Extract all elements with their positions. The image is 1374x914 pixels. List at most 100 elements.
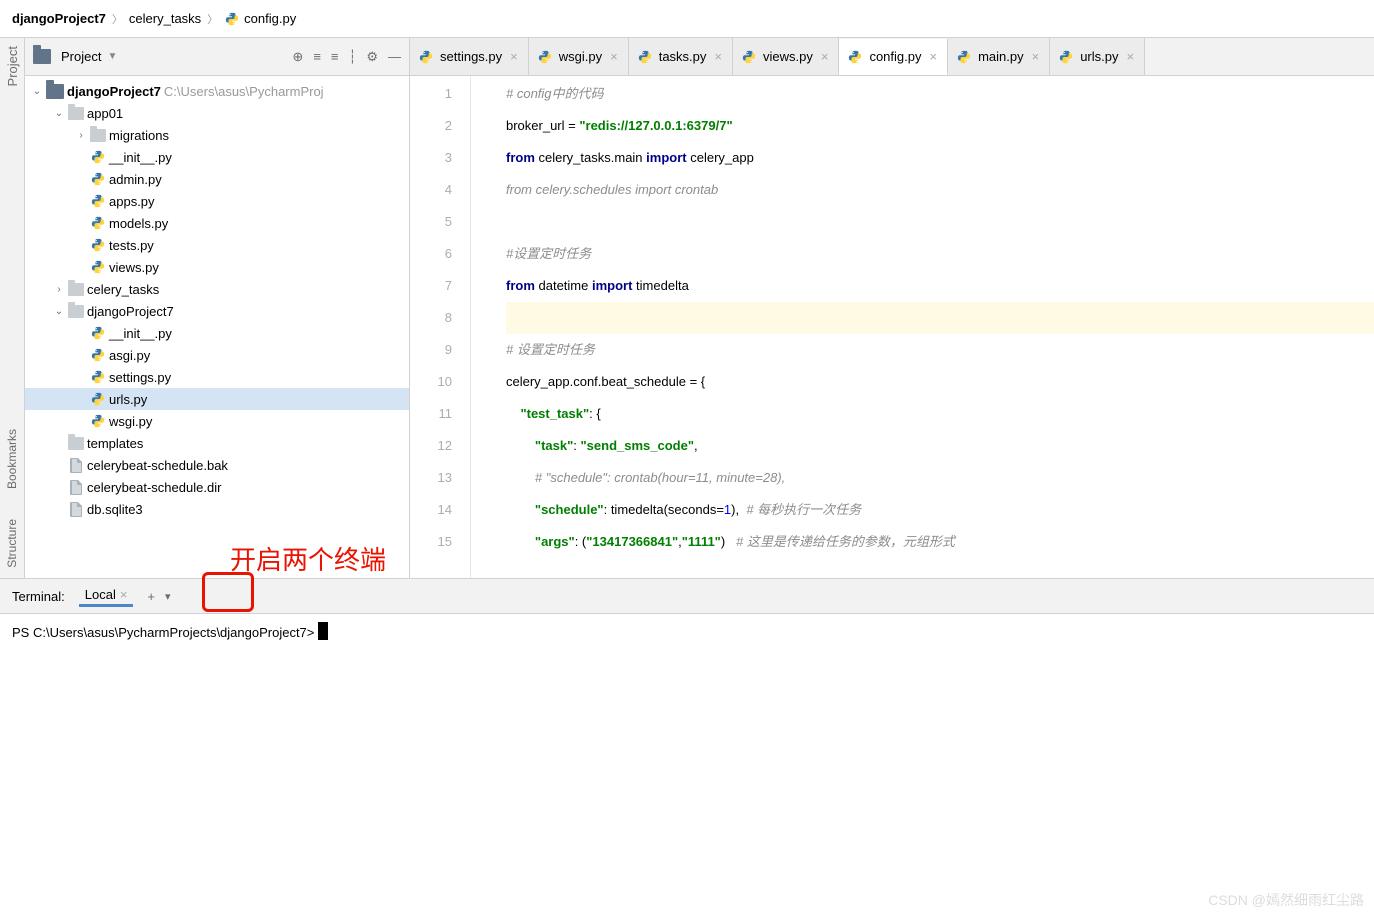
tree-label: models.py bbox=[109, 216, 168, 231]
editor-tab[interactable]: urls.py× bbox=[1050, 38, 1145, 75]
tree-item[interactable]: apps.py bbox=[25, 190, 409, 212]
editor-tabs: settings.py×wsgi.py×tasks.py×views.py×co… bbox=[410, 38, 1374, 76]
folder-icon bbox=[68, 283, 84, 296]
close-icon[interactable]: × bbox=[608, 49, 620, 64]
tree-item[interactable]: admin.py bbox=[25, 168, 409, 190]
close-icon[interactable]: × bbox=[1030, 49, 1042, 64]
python-icon bbox=[847, 49, 863, 65]
terminal-body[interactable]: PS C:\Users\asus\PycharmProjects\djangoP… bbox=[0, 614, 1374, 914]
tree-item[interactable]: celerybeat-schedule.dir bbox=[25, 476, 409, 498]
add-terminal-button[interactable]: + bbox=[147, 589, 155, 604]
gear-icon[interactable]: ⚙ bbox=[366, 49, 378, 65]
project-title[interactable]: Project bbox=[61, 49, 101, 64]
chevron-right-icon: 〉 bbox=[207, 11, 218, 27]
collapse-icon[interactable]: ≡ bbox=[331, 49, 339, 65]
tree-label: djangoProject7 bbox=[67, 84, 161, 99]
code-line[interactable]: from datetime import timedelta bbox=[506, 270, 1374, 302]
code-line[interactable]: # config中的代码 bbox=[506, 78, 1374, 110]
project-header: Project ▼ ⊕ ≡ ≡ ┆ ⚙ — bbox=[25, 38, 409, 76]
twistie-icon[interactable]: ⌄ bbox=[53, 108, 65, 119]
code-line[interactable]: "args": ("13417366841","1111") # 这里是传递给任… bbox=[506, 526, 1374, 558]
twistie-icon[interactable]: › bbox=[75, 130, 87, 141]
tree-label: admin.py bbox=[109, 172, 162, 187]
project-tree[interactable]: ⌄djangoProject7 C:\Users\asus\PycharmPro… bbox=[25, 76, 409, 578]
code-line[interactable]: "schedule": timedelta(seconds=1), # 每秒执行… bbox=[506, 494, 1374, 526]
tree-item[interactable]: db.sqlite3 bbox=[25, 498, 409, 520]
terminal-dropdown[interactable]: ▾ bbox=[165, 590, 171, 603]
tree-item[interactable]: models.py bbox=[25, 212, 409, 234]
python-icon bbox=[90, 215, 106, 231]
tree-label: celery_tasks bbox=[87, 282, 159, 297]
terminal-tab[interactable]: Local × bbox=[79, 585, 134, 607]
close-icon[interactable]: × bbox=[508, 49, 520, 64]
tree-label: templates bbox=[87, 436, 143, 451]
python-icon bbox=[90, 193, 106, 209]
tree-item[interactable]: ⌄djangoProject7 bbox=[25, 300, 409, 322]
code-line[interactable]: from celery.schedules import crontab bbox=[506, 174, 1374, 206]
code-line[interactable] bbox=[506, 302, 1374, 334]
tree-item[interactable]: › migrations bbox=[25, 124, 409, 146]
terminal-label: Terminal: bbox=[12, 589, 65, 604]
editor-tab[interactable]: main.py× bbox=[948, 38, 1050, 75]
code-area[interactable]: 123456789101112131415 # config中的代码broker… bbox=[410, 76, 1374, 578]
python-icon bbox=[90, 369, 106, 385]
tree-item[interactable]: templates bbox=[25, 432, 409, 454]
watermark: CSDN @嫣然细雨红尘路 bbox=[1208, 890, 1364, 910]
close-icon[interactable]: × bbox=[712, 49, 724, 64]
code-line[interactable]: #设置定时任务 bbox=[506, 238, 1374, 270]
tree-item[interactable]: __init__.py bbox=[25, 146, 409, 168]
tree-label: db.sqlite3 bbox=[87, 502, 143, 517]
close-icon[interactable]: × bbox=[927, 49, 939, 64]
code-line[interactable]: # "schedule": crontab(hour=11, minute=28… bbox=[506, 462, 1374, 494]
python-icon bbox=[1058, 49, 1074, 65]
tool-project[interactable]: Project bbox=[5, 46, 20, 86]
code-line[interactable]: broker_url = "redis://127.0.0.1:6379/7" bbox=[506, 110, 1374, 142]
twistie-icon[interactable]: ⌄ bbox=[31, 86, 43, 97]
chevron-down-icon[interactable]: ▼ bbox=[107, 51, 117, 62]
hide-icon[interactable]: — bbox=[388, 49, 401, 65]
breadcrumb-item[interactable]: celery_tasks bbox=[129, 11, 201, 26]
tree-label: apps.py bbox=[109, 194, 155, 209]
tree-item[interactable]: wsgi.py bbox=[25, 410, 409, 432]
locate-icon[interactable]: ⊕ bbox=[292, 49, 303, 65]
tree-item[interactable]: tests.py bbox=[25, 234, 409, 256]
expand-icon[interactable]: ≡ bbox=[313, 49, 321, 65]
tool-structure[interactable]: Structure bbox=[5, 519, 19, 568]
tree-item[interactable]: ⌄app01 bbox=[25, 102, 409, 124]
tool-bookmarks[interactable]: Bookmarks bbox=[5, 429, 19, 489]
cursor bbox=[318, 622, 328, 640]
editor-tab[interactable]: wsgi.py× bbox=[529, 38, 629, 75]
code[interactable]: # config中的代码broker_url = "redis://127.0.… bbox=[471, 76, 1374, 578]
editor-tab[interactable]: settings.py× bbox=[410, 38, 529, 75]
breadcrumb-item[interactable]: config.py bbox=[224, 11, 296, 27]
tree-item[interactable]: ⌄djangoProject7 C:\Users\asus\PycharmPro… bbox=[25, 80, 409, 102]
twistie-icon[interactable]: ⌄ bbox=[53, 306, 65, 317]
tree-item[interactable]: urls.py bbox=[25, 388, 409, 410]
code-line[interactable]: celery_app.conf.beat_schedule = { bbox=[506, 366, 1374, 398]
bar-icon[interactable]: ┆ bbox=[349, 49, 357, 65]
editor-tab[interactable]: views.py× bbox=[733, 38, 839, 75]
twistie-icon[interactable]: › bbox=[53, 284, 65, 295]
close-icon[interactable]: × bbox=[819, 49, 831, 64]
tree-item[interactable]: __init__.py bbox=[25, 322, 409, 344]
code-line[interactable]: # 设置定时任务 bbox=[506, 334, 1374, 366]
breadcrumb-item[interactable]: djangoProject7 bbox=[12, 11, 106, 26]
code-line[interactable]: "test_task": { bbox=[506, 398, 1374, 430]
tree-label: views.py bbox=[109, 260, 159, 275]
code-line[interactable] bbox=[506, 206, 1374, 238]
code-line[interactable]: "task": "send_sms_code", bbox=[506, 430, 1374, 462]
python-icon bbox=[90, 391, 106, 407]
editor-tab[interactable]: tasks.py× bbox=[629, 38, 733, 75]
editor-tab[interactable]: config.py × bbox=[839, 39, 948, 76]
tree-item[interactable]: › celery_tasks bbox=[25, 278, 409, 300]
tree-item[interactable]: views.py bbox=[25, 256, 409, 278]
code-line[interactable]: from celery_tasks.main import celery_app bbox=[506, 142, 1374, 174]
tree-item[interactable]: asgi.py bbox=[25, 344, 409, 366]
tree-item[interactable]: settings.py bbox=[25, 366, 409, 388]
tree-label: migrations bbox=[109, 128, 169, 143]
file-icon bbox=[68, 479, 84, 495]
close-icon[interactable]: × bbox=[120, 587, 128, 602]
tree-item[interactable]: celerybeat-schedule.bak bbox=[25, 454, 409, 476]
tab-label: config.py bbox=[869, 49, 921, 64]
close-icon[interactable]: × bbox=[1125, 49, 1137, 64]
